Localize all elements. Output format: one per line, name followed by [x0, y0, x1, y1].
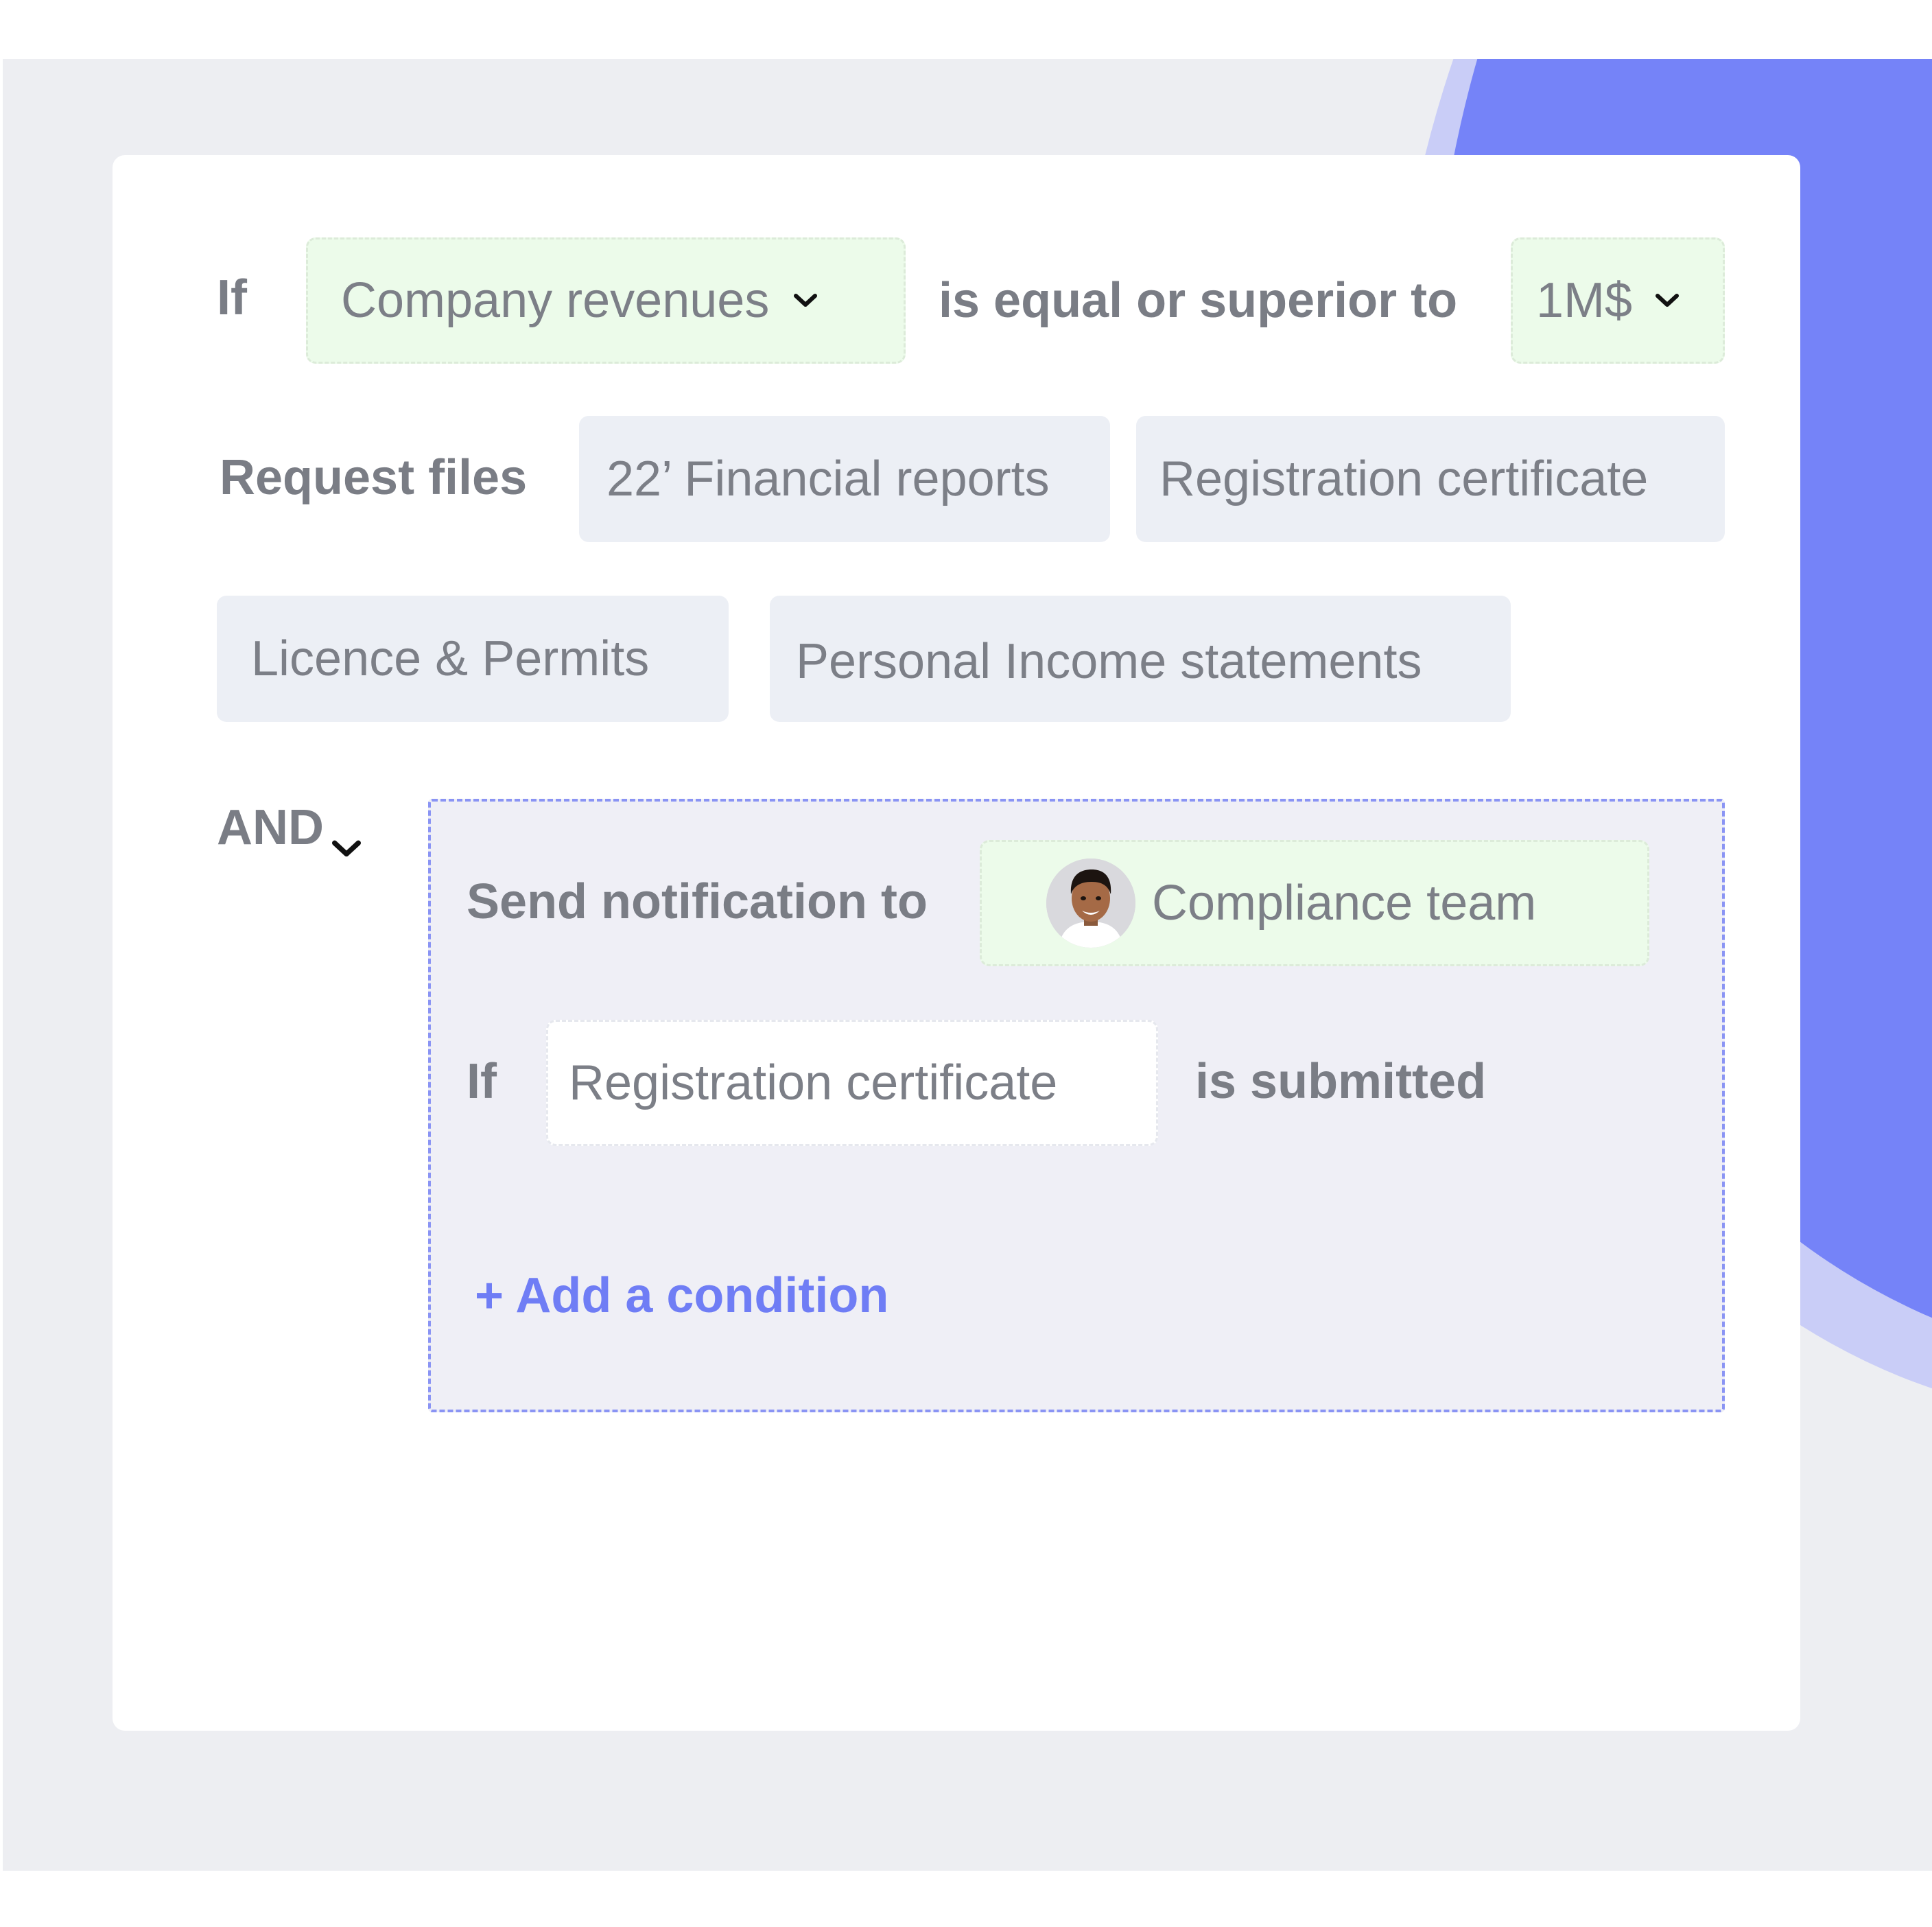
connector-label: AND: [217, 800, 324, 855]
chevron-down-icon: [794, 294, 818, 307]
request-files-label: Request files: [220, 450, 528, 505]
send-notification-label: Send notification to: [467, 874, 928, 929]
file-chip-label: 22’ Financial reports: [606, 452, 1050, 506]
file-chip[interactable]: 22’ Financial reports: [579, 416, 1110, 542]
file-chip-label: Personal Income statements: [796, 634, 1422, 689]
scene: If Company revenues is equal or superior…: [0, 0, 1932, 1927]
file-chip[interactable]: Personal Income statements: [770, 596, 1511, 722]
avatar: [1046, 859, 1135, 948]
if-label: If: [217, 270, 247, 325]
file-chip-label: Licence & Permits: [251, 631, 650, 686]
condition-document-label: Registration certificate: [569, 1055, 1058, 1110]
rule-builder-card: If Company revenues is equal or superior…: [113, 155, 1800, 1731]
condition-field-value: Company revenues: [341, 273, 770, 328]
threshold-dropdown[interactable]: 1M$: [1511, 237, 1725, 364]
condition-document-chip[interactable]: Registration certificate: [546, 1020, 1158, 1146]
add-condition-button[interactable]: + Add a condition: [475, 1271, 888, 1320]
if-label: If: [467, 1054, 497, 1109]
file-chip-label: Registration certificate: [1159, 452, 1649, 506]
condition-field-dropdown[interactable]: Company revenues: [306, 237, 906, 364]
threshold-value: 1M$: [1536, 273, 1633, 328]
chevron-down-icon: [1656, 294, 1680, 307]
recipient-chip[interactable]: Compliance team: [980, 840, 1649, 966]
condition-group: Send notification to Compliance team If …: [428, 799, 1725, 1412]
file-chip[interactable]: Licence & Permits: [217, 596, 729, 722]
file-chip[interactable]: Registration certificate: [1136, 416, 1725, 542]
recipient-label: Compliance team: [1152, 876, 1537, 931]
operator-label: is equal or superior to: [939, 273, 1458, 328]
connector-dropdown[interactable]: AND: [217, 800, 361, 857]
avatar-image: [1046, 859, 1135, 948]
chevron-down-icon: [332, 840, 361, 857]
condition-status-label: is submitted: [1195, 1054, 1487, 1109]
